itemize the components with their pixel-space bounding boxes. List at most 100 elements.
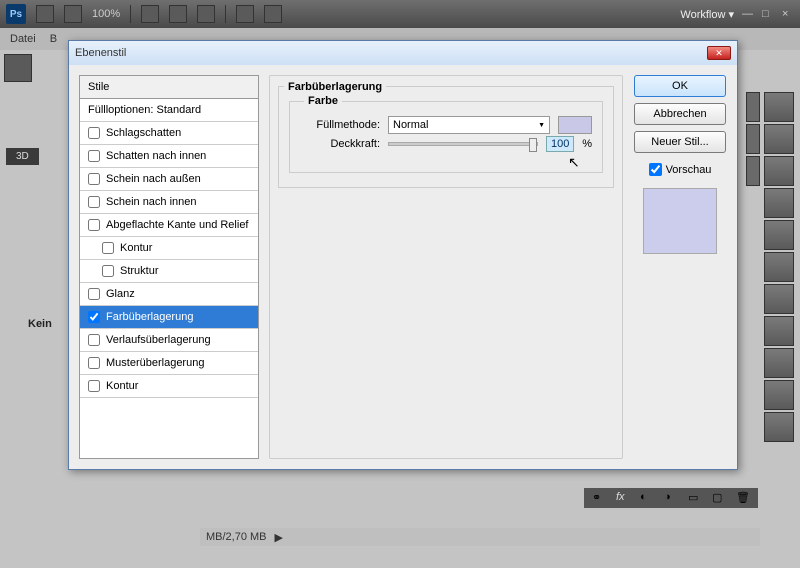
color-group-title: Farbe — [304, 95, 342, 107]
adjust-icon[interactable] — [764, 252, 794, 282]
style-row[interactable]: Verlaufsüberlagerung — [80, 329, 258, 352]
minimize-icon[interactable]: — — [742, 8, 754, 20]
style-row[interactable]: Farbüberlagerung — [80, 306, 258, 329]
style-label: Abgeflachte Kante und Relief — [106, 219, 249, 231]
screen-mode-icon[interactable] — [236, 5, 254, 23]
new-icon[interactable]: ▢ — [712, 491, 726, 505]
adjust-add-icon[interactable]: ◑ — [664, 491, 678, 505]
style-checkbox[interactable] — [88, 334, 100, 346]
style-checkbox[interactable] — [88, 219, 100, 231]
style-checkbox[interactable] — [88, 380, 100, 392]
button-column: OK Abbrechen Neuer Stil... Vorschau — [633, 75, 727, 459]
blendmode-select[interactable]: Normal ▼ — [388, 116, 550, 134]
blendmode-value: Normal — [393, 119, 428, 131]
cancel-button[interactable]: Abbrechen — [634, 103, 726, 125]
style-label: Kontur — [120, 242, 152, 254]
style-checkbox[interactable] — [102, 242, 114, 254]
tool-hand[interactable] — [4, 54, 32, 82]
clip-icon[interactable] — [64, 5, 82, 23]
style-checkbox[interactable] — [88, 150, 100, 162]
style-checkbox[interactable] — [102, 265, 114, 277]
style-checkbox[interactable] — [88, 127, 100, 139]
opacity-slider[interactable] — [388, 142, 538, 146]
style-row[interactable]: Struktur — [80, 260, 258, 283]
close-icon[interactable]: × — [782, 8, 794, 20]
arrange-icon[interactable] — [264, 5, 282, 23]
ok-button[interactable]: OK — [634, 75, 726, 97]
style-label: Kontur — [106, 380, 138, 392]
paths-icon[interactable] — [764, 156, 794, 186]
layers-icon[interactable] — [764, 92, 794, 122]
style-row[interactable]: Abgeflachte Kante und Relief — [80, 214, 258, 237]
layer-style-dialog: Ebenenstil ✕ Stile Füllloptionen: Standa… — [68, 40, 738, 470]
style-row[interactable]: Schatten nach innen — [80, 145, 258, 168]
style-checkbox[interactable] — [88, 196, 100, 208]
folder-icon[interactable]: ▭ — [688, 491, 702, 505]
menu-truncated: B — [50, 33, 57, 45]
history-icon[interactable] — [764, 380, 794, 410]
styles-icon[interactable] — [764, 348, 794, 378]
preview-swatch — [643, 188, 717, 254]
trash-icon[interactable]: 🗑 — [736, 491, 750, 505]
pct-label: % — [582, 138, 592, 150]
style-row[interactable]: Kontur — [80, 237, 258, 260]
menu-file[interactable]: Datei — [10, 33, 36, 45]
color-swatch[interactable] — [558, 116, 592, 134]
mask-icon[interactable] — [764, 284, 794, 314]
style-checkbox[interactable] — [88, 173, 100, 185]
dialog-title: Ebenenstil — [75, 47, 126, 59]
bridge-icon[interactable] — [36, 5, 54, 23]
style-list-header[interactable]: Stile — [80, 76, 258, 99]
link-icon[interactable]: ⚭ — [592, 491, 606, 505]
style-list: Stile Füllloptionen: Standard Schlagscha… — [79, 75, 259, 459]
dialog-close-button[interactable]: ✕ — [707, 46, 731, 60]
options-panel: Farbüberlagerung Farbe Füllmethode: Norm… — [269, 75, 623, 459]
opacity-field[interactable]: 100 — [546, 136, 574, 152]
layer-footer-icons: ⚭ fx ◐ ◑ ▭ ▢ 🗑 — [584, 488, 758, 508]
style-row[interactable]: Schein nach außen — [80, 168, 258, 191]
style-row[interactable]: Musterüberlagerung — [80, 352, 258, 375]
new-style-button[interactable]: Neuer Stil... — [634, 131, 726, 153]
channels-icon[interactable] — [764, 124, 794, 154]
style-checkbox[interactable] — [88, 357, 100, 369]
style-label: Musterüberlagerung — [106, 357, 204, 369]
maximize-icon[interactable]: □ — [762, 8, 774, 20]
style-label: Schatten nach innen — [106, 150, 206, 162]
workspace-menu[interactable]: Workflow ▾ — [680, 8, 734, 21]
style-row[interactable]: Schlagschatten — [80, 122, 258, 145]
panel-toggle[interactable] — [746, 92, 760, 122]
status-bar: MB/2,70 MB ▶ — [200, 528, 760, 546]
slider-thumb[interactable] — [529, 138, 537, 152]
zoom-level[interactable]: 100% — [92, 8, 120, 20]
panel-toggle[interactable] — [746, 156, 760, 186]
style-row[interactable]: Glanz — [80, 283, 258, 306]
paragraph-icon[interactable] — [764, 220, 794, 250]
tab-3d[interactable]: 3D — [6, 148, 39, 165]
fx-icon[interactable]: fx — [616, 491, 630, 505]
preview-check-input[interactable] — [649, 163, 662, 176]
blending-options-row[interactable]: Füllloptionen: Standard — [80, 99, 258, 122]
style-label: Glanz — [106, 288, 135, 300]
swatches-icon[interactable] — [764, 316, 794, 346]
panel-icon-rail — [764, 92, 798, 442]
style-checkbox[interactable] — [88, 311, 100, 323]
style-checkbox[interactable] — [88, 288, 100, 300]
style-label: Verlaufsüberlagerung — [106, 334, 211, 346]
dialog-titlebar[interactable]: Ebenenstil ✕ — [69, 41, 737, 65]
rotate-icon[interactable] — [197, 5, 215, 23]
panel-toggle[interactable] — [746, 124, 760, 154]
blendmode-label: Füllmethode: — [300, 119, 380, 131]
hand-icon[interactable] — [141, 5, 159, 23]
style-label: Struktur — [120, 265, 159, 277]
status-arrow-icon[interactable]: ▶ — [275, 531, 283, 544]
app-toolbar: Ps 100% Workflow ▾ — □ × — [0, 0, 800, 28]
character-icon[interactable] — [764, 188, 794, 218]
style-label: Schlagschatten — [106, 127, 181, 139]
zoom-icon[interactable] — [169, 5, 187, 23]
actions-icon[interactable] — [764, 412, 794, 442]
style-row[interactable]: Kontur — [80, 375, 258, 398]
opacity-label: Deckkraft: — [300, 138, 380, 150]
style-row[interactable]: Schein nach innen — [80, 191, 258, 214]
preview-checkbox[interactable]: Vorschau — [649, 163, 712, 176]
mask-add-icon[interactable]: ◐ — [640, 491, 654, 505]
